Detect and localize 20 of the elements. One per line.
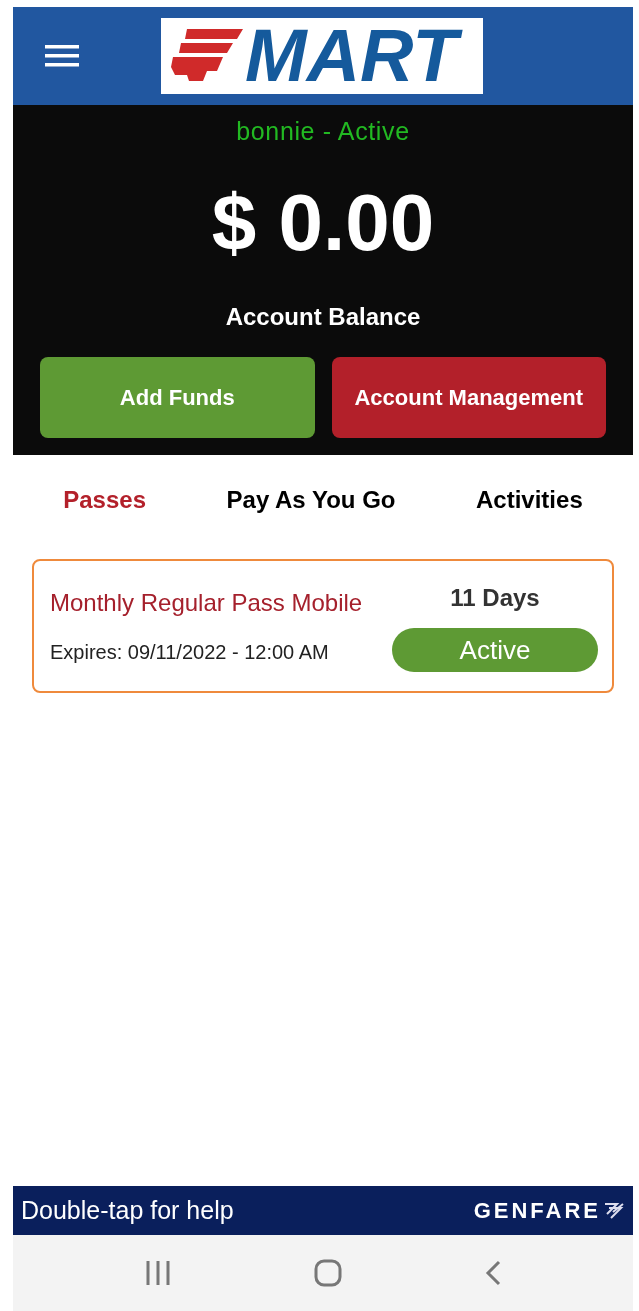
logo-text: MART bbox=[245, 13, 472, 99]
back-icon[interactable] bbox=[485, 1260, 502, 1286]
days-remaining: 11 Days bbox=[450, 583, 540, 613]
home-icon[interactable] bbox=[314, 1259, 342, 1287]
brand-text: GENFARE bbox=[473, 1197, 601, 1225]
help-text: Double-tap for help bbox=[21, 1194, 234, 1226]
recent-apps-icon[interactable] bbox=[144, 1260, 171, 1286]
tab[interactable]: Passes bbox=[63, 482, 146, 518]
status-pill: Active bbox=[392, 628, 598, 672]
tab[interactable]: Pay As You Go bbox=[226, 482, 396, 518]
tab[interactable]: Activities bbox=[476, 482, 583, 518]
action-button[interactable]: Account Management bbox=[331, 356, 606, 438]
arrow-logo-icon bbox=[605, 1201, 625, 1220]
menu-icon[interactable] bbox=[45, 44, 79, 68]
pass-expiry: Expires: 09/11/2022 - 12:00 AM bbox=[50, 640, 330, 665]
pass-card[interactable]: Monthly Regular Pass Mobile Expires: 09/11/2022 - 12:00 AM 11 Days Active bbox=[32, 559, 614, 693]
pass-name: Monthly Regular Pass Mobile bbox=[50, 588, 363, 618]
balance-amount: $ 0.00 bbox=[211, 182, 435, 263]
account-status: bonnie - Active bbox=[236, 116, 410, 147]
balance-label: Account Balance bbox=[225, 301, 421, 332]
